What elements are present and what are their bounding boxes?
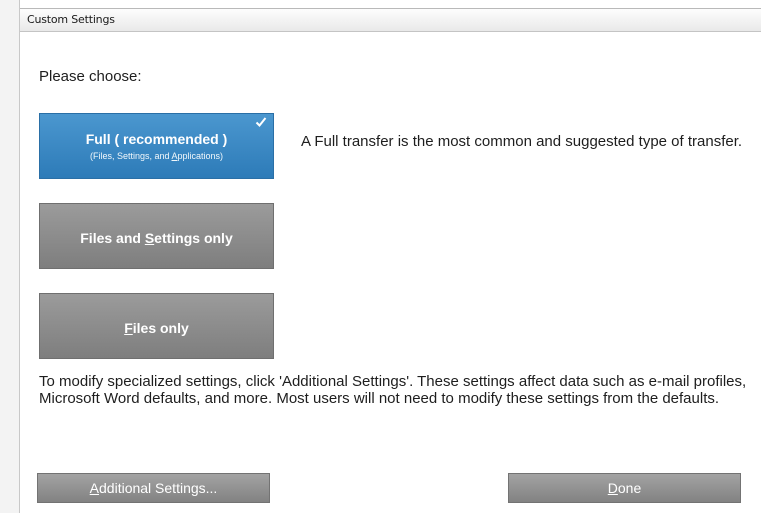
button-accesskey: A [89, 480, 100, 496]
full-transfer-option[interactable]: Full ( recommended ) (Files, Settings, a… [39, 113, 274, 179]
label-pre: Files and [80, 230, 145, 246]
sublabel-pre: (Files, Settings, and [89, 151, 172, 161]
label-post: iles only [132, 320, 189, 336]
label-accesskey: S [144, 230, 155, 246]
custom-settings-window: Custom Settings Please choose: Full ( re… [0, 0, 761, 513]
additional-settings-button[interactable]: Additional Settings... [37, 473, 270, 503]
title-bar: Custom Settings [20, 8, 761, 32]
full-transfer-label: Full ( recommended ) [40, 131, 273, 147]
files-only-label: Files only [40, 320, 273, 336]
full-transfer-sublabel: (Files, Settings, and Applications) [40, 151, 273, 161]
label-accesskey: F [124, 320, 133, 336]
button-label-rest: dditional Settings... [99, 480, 218, 496]
window-left-border [0, 0, 20, 513]
check-icon [255, 117, 267, 127]
files-and-settings-label: Files and Settings only [40, 230, 273, 246]
full-transfer-label-text: Full ( recommended ) [85, 131, 228, 147]
window-title: Custom Settings [27, 13, 115, 26]
label-post: ettings only [154, 230, 233, 246]
choose-prompt: Please choose: [39, 68, 142, 85]
files-and-settings-option[interactable]: Files and Settings only [39, 203, 274, 269]
button-label-rest: one [617, 480, 642, 496]
button-accesskey: D [607, 480, 618, 496]
sublabel-post: pplications) [177, 151, 224, 161]
option-description: A Full transfer is the most common and s… [301, 133, 743, 150]
additional-settings-info: To modify specialized settings, click 'A… [39, 373, 747, 407]
done-button[interactable]: Done [508, 473, 741, 503]
files-only-option[interactable]: Files only [39, 293, 274, 359]
